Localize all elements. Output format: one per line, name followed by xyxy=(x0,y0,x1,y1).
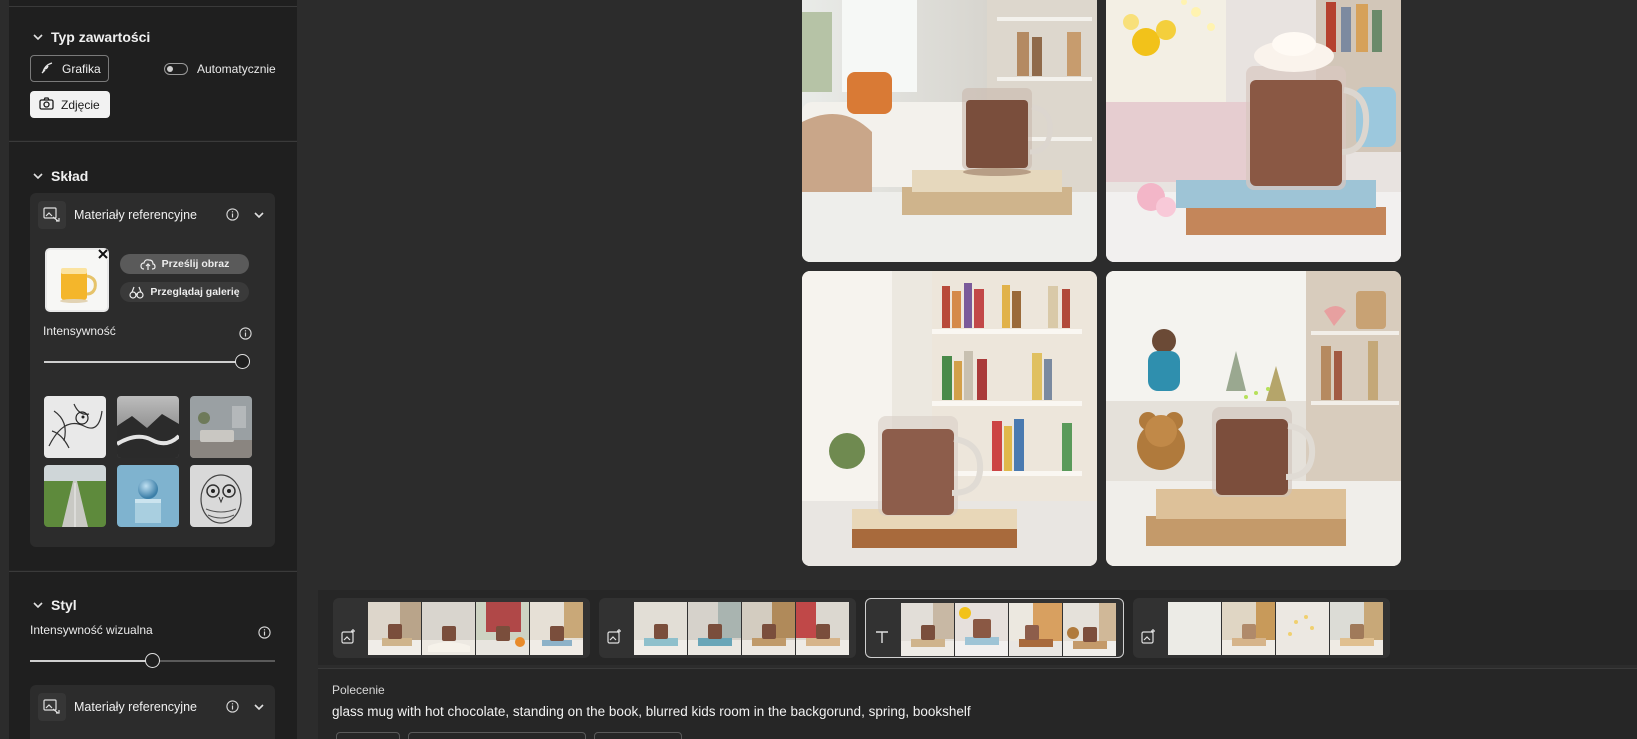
auto-toggle[interactable] xyxy=(164,63,188,75)
history-thumb[interactable] xyxy=(742,602,795,655)
history-thumb[interactable] xyxy=(1330,602,1383,655)
upload-cloud-icon xyxy=(140,258,156,270)
history-thumb[interactable] xyxy=(796,602,849,655)
camera-icon xyxy=(39,96,54,113)
intensity-slider-track[interactable] xyxy=(44,361,242,363)
visual-intensity-fill xyxy=(30,660,152,662)
image-generate-icon xyxy=(1139,626,1159,646)
history-thumb[interactable] xyxy=(530,602,583,655)
tag-chip[interactable] xyxy=(408,732,586,739)
gallery-thumb-blue-sphere[interactable] xyxy=(117,465,179,527)
history-thumb[interactable] xyxy=(1168,602,1221,655)
gallery-thumb-line-art-owl[interactable] xyxy=(190,465,252,527)
history-group-1[interactable] xyxy=(333,598,590,658)
chevron-down-icon[interactable] xyxy=(254,210,264,220)
info-icon[interactable] xyxy=(226,208,239,221)
history-thumb[interactable] xyxy=(1063,603,1116,656)
result-image-2[interactable] xyxy=(1106,0,1401,262)
reference-card: Materiały referencyjne Prześlij obraz Pr… xyxy=(30,193,275,547)
composition-title: Skład xyxy=(51,168,89,184)
history-thumb[interactable] xyxy=(1009,603,1062,656)
reference-image-icon xyxy=(38,201,66,229)
content-type-header[interactable]: Typ zawartości xyxy=(33,29,150,45)
photo-button[interactable]: Zdjęcie xyxy=(30,91,110,118)
graphic-icon xyxy=(40,60,55,78)
image-generate-icon xyxy=(605,626,625,646)
prompt-label: Polecenie xyxy=(332,683,385,697)
history-group-2[interactable] xyxy=(599,598,856,658)
upload-image-button[interactable]: Prześlij obraz xyxy=(120,254,249,274)
remove-image-icon[interactable] xyxy=(97,247,109,259)
history-group-3[interactable] xyxy=(865,598,1124,658)
intensity-slider-knob[interactable] xyxy=(235,354,250,369)
visual-intensity-label: Intensywność wizualna xyxy=(30,623,153,637)
divider xyxy=(9,141,297,142)
history-thumb[interactable] xyxy=(688,602,741,655)
chevron-down-icon[interactable] xyxy=(254,702,264,712)
settings-sidebar: Typ zawartości Grafika Automatycznie Zdj… xyxy=(0,0,297,739)
history-thumb[interactable] xyxy=(634,602,687,655)
text-icon xyxy=(872,627,892,647)
reference-title: Materiały referencyjne xyxy=(74,208,197,222)
chevron-down-icon xyxy=(33,32,43,42)
info-icon[interactable] xyxy=(258,626,271,639)
content-type-title: Typ zawartości xyxy=(51,29,151,45)
info-icon[interactable] xyxy=(239,327,252,340)
result-image-4[interactable] xyxy=(1106,271,1401,566)
browse-label: Przeglądaj galerię xyxy=(150,286,240,298)
result-image-3[interactable] xyxy=(802,271,1097,566)
history-thumb[interactable] xyxy=(422,602,475,655)
gallery-thumb-living-room[interactable] xyxy=(190,396,252,458)
style-title: Styl xyxy=(51,597,77,613)
image-generate-icon xyxy=(339,626,359,646)
history-group-4[interactable] xyxy=(1133,598,1390,658)
history-strip xyxy=(318,590,1637,665)
prompt-input[interactable]: glass mug with hot chocolate, standing o… xyxy=(332,704,971,719)
info-icon[interactable] xyxy=(226,700,239,713)
divider xyxy=(318,668,1637,669)
history-thumb[interactable] xyxy=(1222,602,1275,655)
sidebar-edge xyxy=(0,0,9,739)
upload-label: Prześlij obraz xyxy=(161,258,230,270)
history-thumb[interactable] xyxy=(955,603,1008,656)
graphic-label: Grafika xyxy=(62,61,101,76)
chevron-down-icon xyxy=(33,171,43,181)
visual-intensity-knob[interactable] xyxy=(145,653,160,668)
intensity-label: Intensywność xyxy=(43,324,116,338)
history-thumb[interactable] xyxy=(476,602,529,655)
prompt-panel: Polecenie glass mug with hot chocolate, … xyxy=(318,668,1637,739)
tag-chip[interactable] xyxy=(336,732,400,739)
binoculars-icon xyxy=(129,286,144,299)
style-header[interactable]: Styl xyxy=(33,597,77,613)
chevron-down-icon xyxy=(33,600,43,610)
result-image-1[interactable] xyxy=(802,0,1097,262)
gallery-thumb-green-road[interactable] xyxy=(44,465,106,527)
gallery-thumb-bw-landscape[interactable] xyxy=(117,396,179,458)
gallery-thumb-line-art-bird[interactable] xyxy=(44,396,106,458)
browse-gallery-button[interactable]: Przeglądaj galerię xyxy=(120,282,249,302)
divider xyxy=(9,571,297,572)
history-thumb[interactable] xyxy=(368,602,421,655)
graphic-button[interactable]: Grafika xyxy=(30,55,109,82)
reference-image-icon xyxy=(38,693,66,721)
style-reference-title: Materiały referencyjne xyxy=(74,700,197,714)
history-thumb[interactable] xyxy=(1276,602,1329,655)
divider xyxy=(9,6,297,7)
photo-label: Zdjęcie xyxy=(61,97,100,112)
auto-label: Automatycznie xyxy=(197,62,276,76)
composition-header[interactable]: Skład xyxy=(33,168,88,184)
history-thumb[interactable] xyxy=(901,603,954,656)
tag-chip[interactable] xyxy=(594,732,682,739)
style-reference-card: Materiały referencyjne xyxy=(30,685,275,739)
app-window: Typ zawartości Grafika Automatycznie Zdj… xyxy=(0,0,1637,739)
